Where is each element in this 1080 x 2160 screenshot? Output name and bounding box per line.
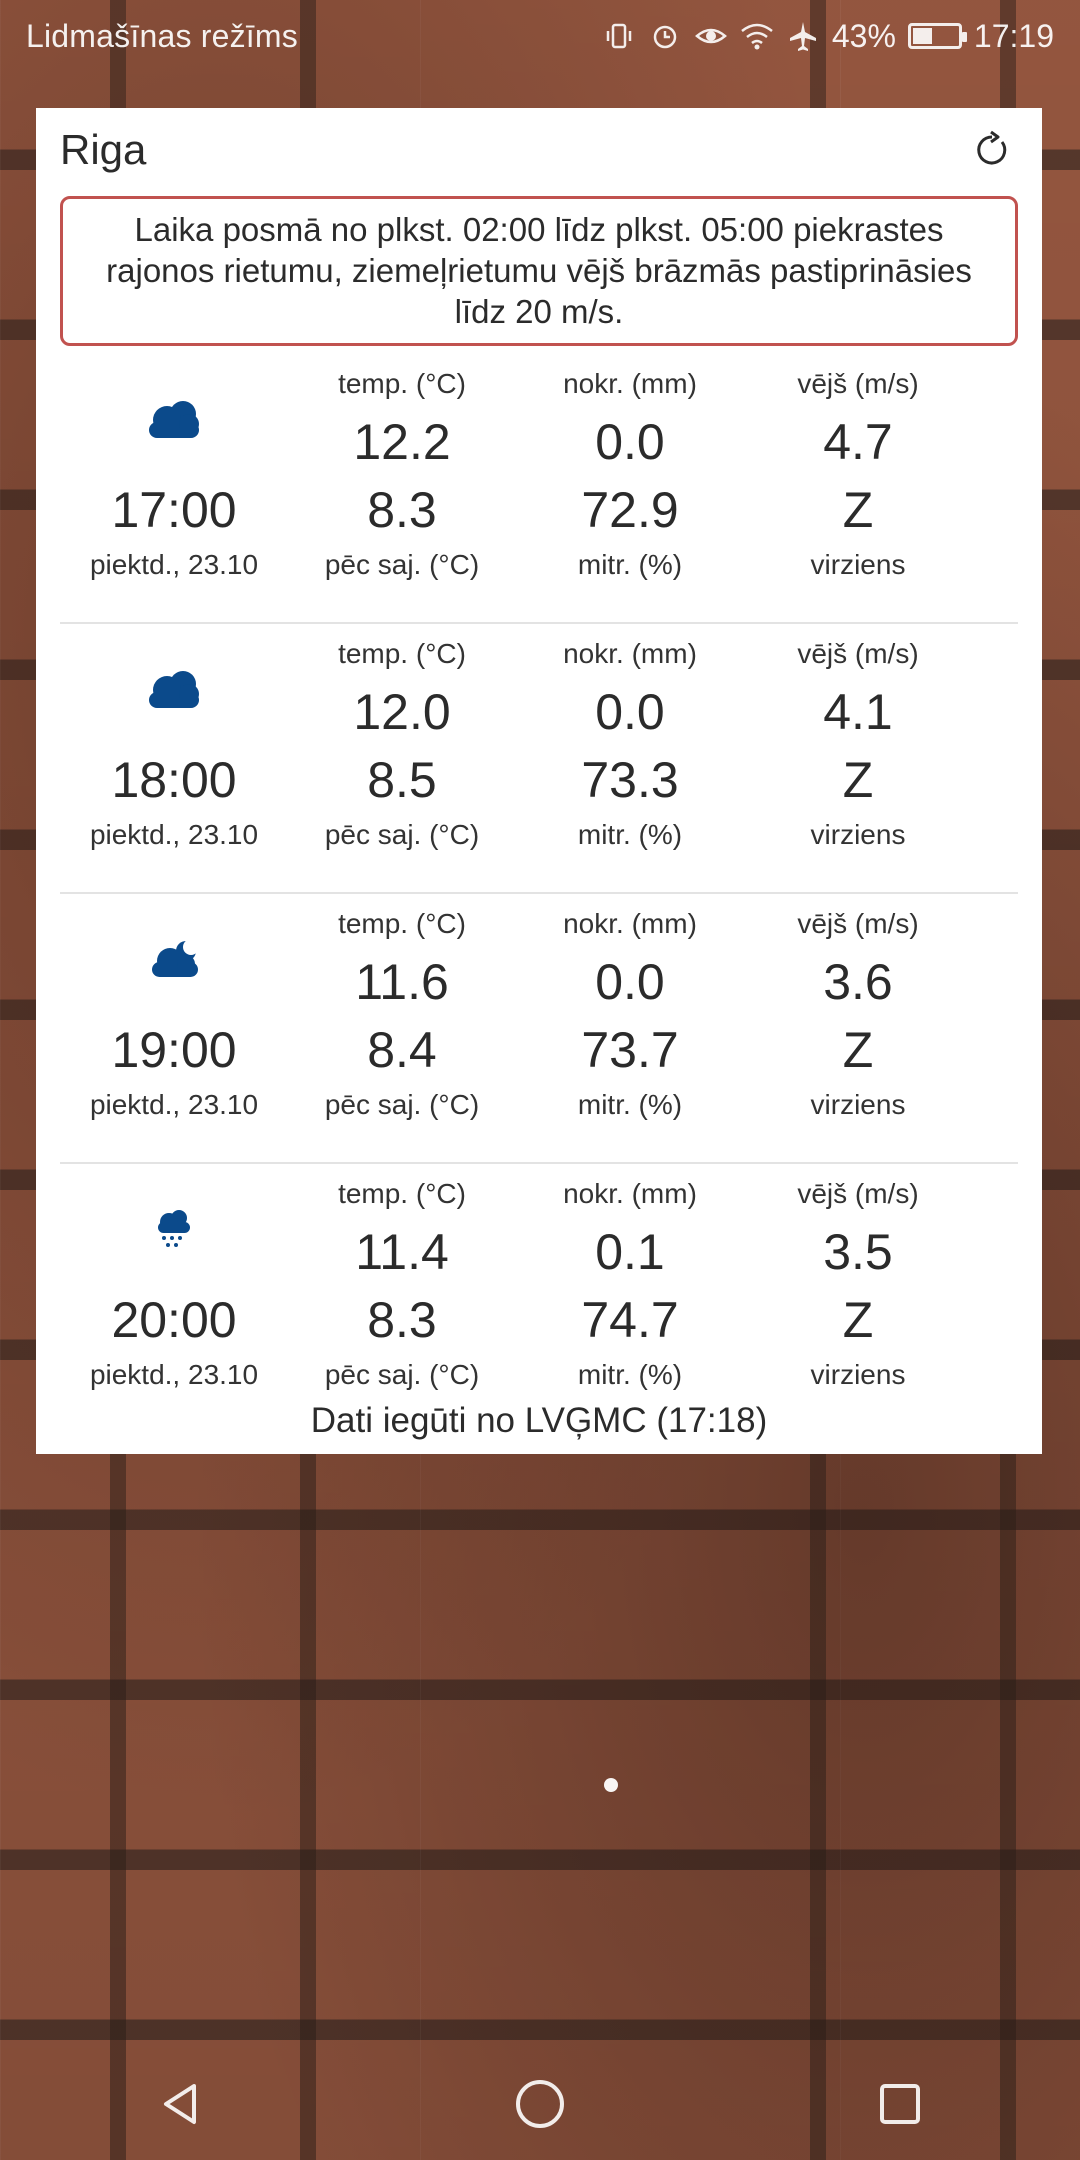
precip-label: nokr. (mm) bbox=[563, 908, 697, 939]
forecast-time: 17:00 bbox=[111, 482, 237, 538]
humidity-value: 74.7 bbox=[581, 1292, 679, 1348]
humidity-label: mitr. (%) bbox=[577, 1089, 683, 1120]
cloudy-icon bbox=[60, 362, 288, 478]
rain-icon bbox=[60, 1172, 288, 1288]
wind-value: 3.6 bbox=[823, 954, 893, 1010]
alarm-icon bbox=[648, 19, 682, 53]
vibrate-icon bbox=[602, 19, 636, 53]
battery-percent: 43% bbox=[831, 17, 896, 54]
feels-like-value: 8.3 bbox=[367, 1292, 437, 1348]
home-icon bbox=[516, 2080, 564, 2128]
wind-value: 3.5 bbox=[823, 1224, 893, 1280]
cloudy-night-icon bbox=[60, 902, 288, 1018]
forecast-time: 18:00 bbox=[111, 752, 237, 808]
wind-label: vējš (m/s) bbox=[797, 1178, 919, 1209]
wind-direction-value: Z bbox=[842, 1022, 874, 1078]
temperature-value: 12.2 bbox=[353, 414, 451, 470]
temperature-value: 12.0 bbox=[353, 684, 451, 740]
temperature-value: 11.4 bbox=[355, 1224, 449, 1280]
widget-header: Riga bbox=[36, 108, 1042, 192]
feels-like-label: pēc saj. (°C) bbox=[324, 819, 480, 850]
airplane-icon bbox=[786, 19, 820, 53]
battery-level bbox=[912, 28, 932, 44]
humidity-label: mitr. (%) bbox=[577, 1359, 683, 1390]
humidity-label: mitr. (%) bbox=[577, 549, 683, 580]
wind-label: vējš (m/s) bbox=[797, 908, 919, 939]
back-icon bbox=[164, 2084, 196, 2124]
wind-label: vējš (m/s) bbox=[797, 368, 919, 399]
weather-alert: Laika posmā no plkst. 02:00 līdz plkst. … bbox=[60, 196, 1018, 346]
page-indicator-dot bbox=[604, 1778, 618, 1792]
battery-icon bbox=[907, 23, 967, 49]
recents-icon bbox=[880, 2084, 920, 2124]
precip-label: nokr. (mm) bbox=[563, 368, 697, 399]
wind-value: 4.7 bbox=[823, 414, 893, 470]
wind-direction-value: Z bbox=[842, 1292, 874, 1348]
refresh-icon bbox=[977, 130, 1007, 165]
home-button[interactable] bbox=[500, 2064, 580, 2144]
forecast-list: temp. (°C) nokr. (mm) vējš (m/s) 12.2 0.… bbox=[60, 354, 1018, 1434]
recents-button[interactable] bbox=[860, 2064, 940, 2144]
wind-label: vējš (m/s) bbox=[797, 638, 919, 669]
wind-direction-value: Z bbox=[842, 752, 874, 808]
weather-widget[interactable]: Riga Laika posmā no plkst. 02:00 līdz pl… bbox=[36, 108, 1042, 1454]
cloudy-icon bbox=[60, 632, 288, 748]
forecast-row: temp. (°C) nokr. (mm) vējš (m/s) 12.2 0.… bbox=[60, 354, 1018, 624]
humidity-value: 73.3 bbox=[581, 752, 679, 808]
forecast-row: temp. (°C) nokr. (mm) vējš (m/s) 12.0 0.… bbox=[60, 624, 1018, 894]
temp-label: temp. (°C) bbox=[338, 638, 466, 669]
feels-like-label: pēc saj. (°C) bbox=[324, 1359, 480, 1390]
feels-like-value: 8.4 bbox=[367, 1022, 437, 1078]
temp-label: temp. (°C) bbox=[338, 908, 466, 939]
status-icons: 43% 17:19 bbox=[602, 18, 1054, 55]
refresh-button[interactable] bbox=[966, 124, 1018, 176]
humidity-value: 73.7 bbox=[581, 1022, 679, 1078]
status-bar: Lidmašīnas režīms 43% 17:19 bbox=[0, 0, 1080, 72]
feels-like-label: pēc saj. (°C) bbox=[324, 549, 480, 580]
forecast-date: piektd., 23.10 bbox=[89, 1359, 259, 1390]
eye-comfort-icon bbox=[694, 19, 728, 53]
humidity-label: mitr. (%) bbox=[577, 819, 683, 850]
clock: 17:19 bbox=[973, 17, 1054, 54]
wind-value: 4.1 bbox=[823, 684, 893, 740]
direction-label: virziens bbox=[810, 1359, 906, 1390]
temp-label: temp. (°C) bbox=[338, 368, 466, 399]
precip-value: 0.0 bbox=[595, 414, 665, 470]
direction-label: virziens bbox=[810, 1089, 906, 1120]
temp-label: temp. (°C) bbox=[338, 1178, 466, 1209]
precip-label: nokr. (mm) bbox=[563, 1178, 697, 1209]
forecast-date: piektd., 23.10 bbox=[89, 819, 259, 850]
wifi-icon bbox=[740, 19, 774, 53]
feels-like-value: 8.5 bbox=[367, 752, 437, 808]
temperature-value: 11.6 bbox=[355, 954, 449, 1010]
forecast-time: 20:00 bbox=[111, 1292, 237, 1348]
precip-value: 0.0 bbox=[595, 954, 665, 1010]
city-name: Riga bbox=[60, 126, 147, 173]
precip-label: nokr. (mm) bbox=[563, 638, 697, 669]
data-source-footer: Dati iegūti no LVĢMC (17:18) bbox=[310, 1401, 768, 1440]
forecast-date: piektd., 23.10 bbox=[89, 1089, 259, 1120]
wind-direction-value: Z bbox=[842, 482, 874, 538]
airplane-mode-label: Lidmašīnas režīms bbox=[26, 17, 298, 54]
direction-label: virziens bbox=[810, 819, 906, 850]
forecast-row: temp. (°C) nokr. (mm) vējš (m/s) 11.6 0.… bbox=[60, 894, 1018, 1164]
precip-value: 0.0 bbox=[595, 684, 665, 740]
navigation-bar bbox=[0, 2048, 1080, 2160]
direction-label: virziens bbox=[810, 549, 906, 580]
forecast-date: piektd., 23.10 bbox=[89, 549, 259, 580]
back-button[interactable] bbox=[140, 2064, 220, 2144]
humidity-value: 72.9 bbox=[581, 482, 679, 538]
forecast-time: 19:00 bbox=[111, 1022, 237, 1078]
precip-value: 0.1 bbox=[595, 1224, 665, 1280]
feels-like-label: pēc saj. (°C) bbox=[324, 1089, 480, 1120]
feels-like-value: 8.3 bbox=[367, 482, 437, 538]
